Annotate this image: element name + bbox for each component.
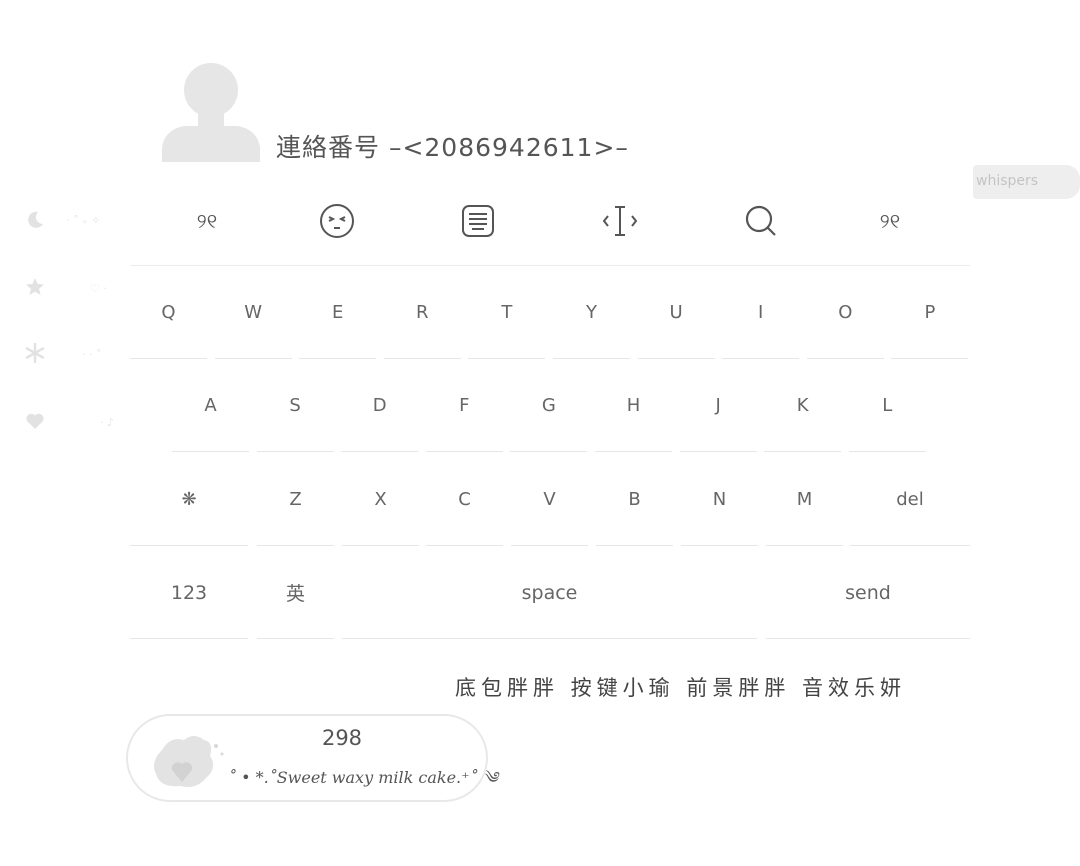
key-label: K: [796, 395, 809, 416]
key-label: X: [374, 489, 387, 510]
whispers-label: whispers: [976, 173, 1039, 189]
quote-button[interactable]: ୨୧: [181, 200, 233, 242]
key-label: Y: [586, 302, 597, 323]
key[interactable]: L: [848, 360, 926, 452]
key-label: W: [244, 302, 262, 323]
side-menu-label: ♡ ·: [90, 282, 107, 295]
search-icon: [745, 205, 776, 236]
key-label: F: [459, 395, 470, 416]
key-label: 英: [285, 583, 305, 605]
key-label: I: [758, 302, 764, 323]
key[interactable]: N: [681, 454, 758, 546]
numbers-key[interactable]: 123: [130, 547, 248, 639]
keyboard-icon: [462, 205, 494, 237]
key[interactable]: M: [766, 454, 843, 546]
key-label: send: [845, 581, 891, 604]
key-label: del: [896, 489, 924, 510]
moon-icon[interactable]: [24, 210, 46, 232]
key[interactable]: W: [214, 267, 292, 359]
key[interactable]: O: [806, 267, 884, 359]
key[interactable]: K: [764, 360, 842, 452]
key-label: Q: [161, 302, 176, 323]
quote-icon: ୨୧: [879, 209, 901, 233]
key-label: Z: [289, 489, 302, 510]
user-silhouette-icon: [162, 63, 260, 162]
key-label: D: [372, 395, 387, 416]
key[interactable]: H: [595, 360, 672, 452]
key[interactable]: T: [468, 267, 546, 359]
key[interactable]: F: [425, 360, 503, 452]
key-label: S: [289, 395, 301, 416]
side-menu-label: · ♪: [100, 416, 115, 429]
send-key[interactable]: send: [766, 547, 970, 639]
key-label: B: [628, 489, 641, 510]
key[interactable]: E: [299, 267, 377, 359]
key[interactable]: S: [256, 360, 334, 452]
emoji-button[interactable]: [311, 200, 363, 242]
key-label: V: [543, 489, 556, 510]
key[interactable]: V: [511, 454, 588, 546]
contact-number-title: 連絡番号 –<2086942611>–: [276, 133, 629, 162]
key[interactable]: X: [342, 454, 419, 546]
key-label: N: [712, 489, 727, 510]
key-label: P: [924, 302, 936, 323]
character-count: 298: [321, 726, 363, 750]
key-label: 123: [170, 581, 208, 604]
key-label: O: [838, 302, 853, 323]
language-key[interactable]: 英: [257, 547, 334, 639]
side-menu-label: · · ˚: [82, 348, 102, 361]
key-label: C: [458, 489, 471, 510]
key-label: H: [626, 395, 641, 416]
key[interactable]: Z: [257, 454, 334, 546]
tagline-text: ˚ • *.˚Sweet waxy milk cake.⁺˚ ༄: [228, 768, 498, 787]
key[interactable]: Q: [130, 267, 207, 359]
cursor-button[interactable]: [594, 200, 646, 242]
key[interactable]: G: [510, 360, 588, 452]
quote-button[interactable]: ୨୧: [864, 200, 916, 242]
key[interactable]: C: [426, 454, 503, 546]
key[interactable]: A: [172, 360, 249, 452]
avatar[interactable]: [160, 60, 262, 162]
key[interactable]: J: [679, 360, 757, 452]
quote-icon: ୨୧: [196, 209, 218, 233]
key[interactable]: U: [637, 267, 715, 359]
keyboard-switch-button[interactable]: [452, 200, 504, 242]
key-label: A: [204, 395, 217, 416]
credits-text: 底包胖胖 按键小瑜 前景胖胖 音效乐妍: [455, 676, 907, 700]
toolbar-divider: [130, 265, 970, 266]
key[interactable]: B: [596, 454, 673, 546]
snowflake-icon[interactable]: [24, 342, 46, 365]
star-icon[interactable]: [24, 277, 46, 299]
key[interactable]: R: [383, 267, 461, 359]
whispers-tab[interactable]: whispers: [973, 165, 1080, 199]
key-label: space: [521, 581, 578, 604]
key-label: G: [541, 395, 556, 416]
space-key[interactable]: space: [342, 547, 757, 639]
key-label: E: [332, 302, 344, 323]
key-label: R: [416, 302, 429, 323]
key[interactable]: I: [722, 267, 800, 359]
cursor-move-icon: [602, 206, 638, 236]
key-label: ❋: [181, 489, 197, 510]
key[interactable]: D: [341, 360, 419, 452]
delete-key[interactable]: del: [850, 454, 970, 546]
key-label: T: [501, 302, 513, 323]
key-label: L: [882, 395, 893, 416]
emoji-face-icon: [320, 204, 354, 238]
side-menu-label: · ˚ ₊ ✧: [66, 214, 101, 227]
key[interactable]: Y: [553, 267, 630, 359]
search-button[interactable]: [735, 200, 787, 242]
key-label: J: [715, 395, 721, 416]
key[interactable]: P: [891, 267, 969, 359]
key-label: U: [669, 302, 683, 323]
heart-icon[interactable]: [24, 411, 46, 433]
key-label: M: [796, 489, 813, 510]
cake-icon: [150, 730, 230, 792]
symbol-key[interactable]: ❋: [130, 454, 248, 546]
